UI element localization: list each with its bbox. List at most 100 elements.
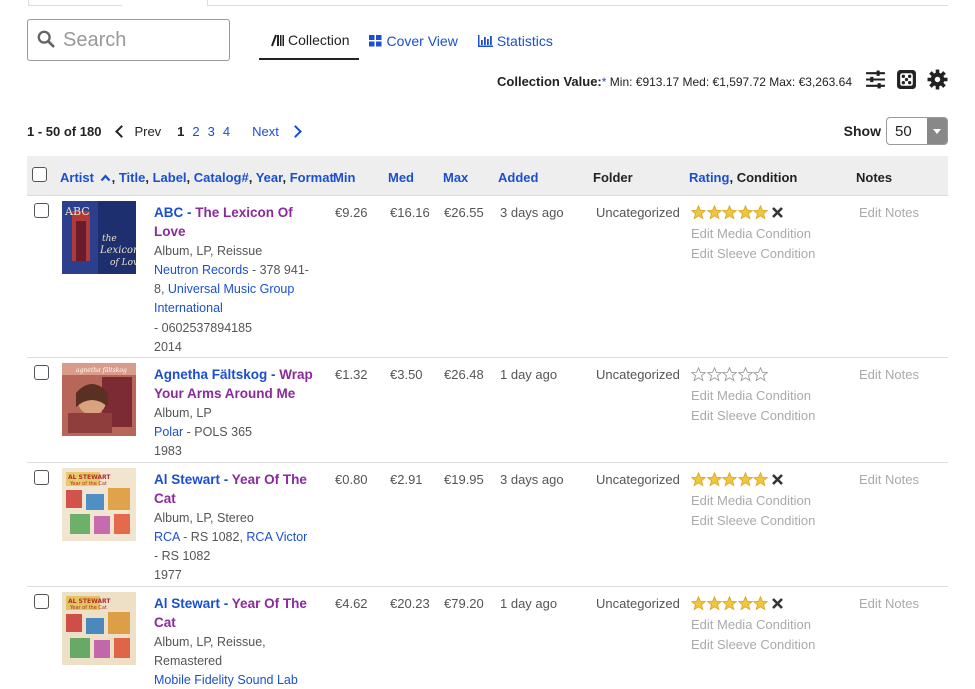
star-icon[interactable] (753, 472, 768, 487)
star-icon[interactable] (706, 367, 722, 382)
star-icon[interactable] (722, 205, 737, 220)
chevron-left-icon[interactable] (115, 125, 129, 138)
col-label[interactable]: Label (153, 170, 187, 185)
star-icon[interactable] (753, 367, 768, 382)
chevron-right-icon[interactable] (288, 125, 302, 138)
label-link[interactable]: Polar (154, 425, 183, 439)
artist-link[interactable]: ABC (154, 205, 183, 220)
page-1[interactable]: 1 (177, 124, 184, 139)
folder-select[interactable]: Uncategorized (596, 205, 680, 220)
price-max: €79.20 (444, 596, 484, 611)
select-all-checkbox[interactable] (32, 167, 47, 182)
edit-sleeve-condition[interactable]: Edit Sleeve Condition (691, 408, 815, 423)
date-added: 3 days ago (500, 472, 564, 487)
sliders-icon[interactable] (865, 69, 886, 93)
table-row: AL STEWART Year of the Cat Al Stewart - … (27, 463, 948, 587)
star-icon[interactable] (722, 367, 737, 382)
gear-icon[interactable] (927, 69, 948, 93)
album-cover[interactable]: ABC the Lexicon of Love (62, 201, 136, 274)
label-link[interactable]: Neutron Records (154, 263, 249, 277)
edit-notes[interactable]: Edit Notes (859, 472, 919, 487)
col-sep: , (111, 170, 116, 185)
col-year[interactable]: Year (256, 170, 283, 185)
star-icon[interactable] (753, 205, 768, 220)
label-link[interactable]: Universal Music Group International (154, 282, 294, 315)
star-icon[interactable] (691, 472, 706, 487)
clear-rating-icon[interactable] (770, 596, 785, 611)
row-checkbox[interactable] (34, 594, 49, 609)
artist-link[interactable]: Al Stewart (154, 472, 220, 487)
album-cover[interactable]: agnetha fältskog (62, 363, 136, 436)
col-med[interactable]: Med (388, 170, 414, 185)
tab-collection[interactable]: Collection (259, 22, 360, 60)
star-icon[interactable] (722, 472, 737, 487)
col-min[interactable]: Min (333, 170, 355, 185)
catalog-number: - POLS 365 (183, 424, 252, 439)
artist-link[interactable]: Al Stewart (154, 596, 220, 611)
collection-value-asterisk[interactable]: * (602, 75, 607, 89)
edit-notes[interactable]: Edit Notes (859, 205, 919, 220)
star-rating[interactable] (691, 205, 785, 220)
search-box[interactable] (27, 19, 230, 61)
clear-rating-icon[interactable] (770, 205, 785, 220)
release-label: RCA - RS 1082, RCA Victor (154, 528, 322, 547)
label-link[interactable]: RCA Victor (246, 530, 307, 544)
star-rating[interactable] (691, 472, 785, 487)
page-4[interactable]: 4 (223, 124, 230, 139)
release-format: Album, LP, Reissue, Remastered (154, 634, 266, 668)
clear-rating-icon[interactable] (770, 472, 785, 487)
prev-link[interactable]: Prev (134, 124, 161, 139)
star-icon[interactable] (737, 596, 753, 611)
row-checkbox[interactable] (34, 365, 49, 380)
page-2[interactable]: 2 (192, 124, 199, 139)
star-icon[interactable] (737, 205, 753, 220)
dice-icon[interactable] (896, 69, 917, 93)
edit-media-condition[interactable]: Edit Media Condition (691, 617, 811, 632)
star-icon[interactable] (737, 367, 753, 382)
edit-notes[interactable]: Edit Notes (859, 596, 919, 611)
star-icon[interactable] (706, 472, 722, 487)
next-link[interactable]: Next (252, 124, 279, 139)
edit-media-condition[interactable]: Edit Media Condition (691, 493, 811, 508)
col-format[interactable]: Format (290, 170, 334, 185)
star-icon[interactable] (722, 596, 737, 611)
col-artist[interactable]: Artist (60, 170, 94, 185)
edit-media-condition[interactable]: Edit Media Condition (691, 226, 811, 241)
edit-sleeve-condition[interactable]: Edit Sleeve Condition (691, 637, 815, 652)
star-icon[interactable] (737, 472, 753, 487)
edit-media-condition[interactable]: Edit Media Condition (691, 388, 811, 403)
search-input[interactable] (63, 28, 223, 52)
star-icon[interactable] (691, 205, 706, 220)
folder-select[interactable]: Uncategorized (596, 367, 680, 382)
row-checkbox[interactable] (34, 203, 49, 218)
star-icon[interactable] (706, 596, 722, 611)
col-catalog[interactable]: Catalog# (194, 170, 249, 185)
page-3[interactable]: 3 (208, 124, 215, 139)
star-icon[interactable] (706, 205, 722, 220)
album-cover[interactable]: AL STEWART Year of the Cat (62, 468, 136, 541)
col-title[interactable]: Title (119, 170, 146, 185)
row-checkbox[interactable] (34, 470, 49, 485)
star-icon[interactable] (753, 596, 768, 611)
col-added[interactable]: Added (498, 170, 538, 185)
edit-notes[interactable]: Edit Notes (859, 367, 919, 382)
edit-sleeve-condition[interactable]: Edit Sleeve Condition (691, 246, 815, 261)
star-rating[interactable] (691, 367, 769, 382)
label-link[interactable]: RCA (154, 530, 180, 544)
edit-sleeve-condition[interactable]: Edit Sleeve Condition (691, 513, 815, 528)
folder-select[interactable]: Uncategorized (596, 596, 680, 611)
star-icon[interactable] (691, 596, 706, 611)
tab-statistics[interactable]: Statistics (468, 22, 563, 60)
artist-link[interactable]: Agnetha Fältskog (154, 367, 267, 382)
tab-cover-view[interactable]: Cover View (359, 22, 467, 60)
page-size-select[interactable]: 50 (886, 117, 948, 145)
album-cover[interactable]: AL STEWART Year of the Cat (62, 592, 136, 665)
star-rating[interactable] (691, 596, 785, 611)
col-rating[interactable]: Rating (689, 170, 729, 185)
folder-select[interactable]: Uncategorized (596, 472, 680, 487)
label-link[interactable]: Mobile Fidelity Sound Lab (154, 673, 298, 687)
star-icon[interactable] (691, 367, 706, 382)
svg-text:Year of the Cat: Year of the Cat (69, 481, 107, 487)
col-max[interactable]: Max (443, 170, 468, 185)
release-title: Agnetha Fältskog - Wrap Your Arms Around… (154, 367, 313, 402)
